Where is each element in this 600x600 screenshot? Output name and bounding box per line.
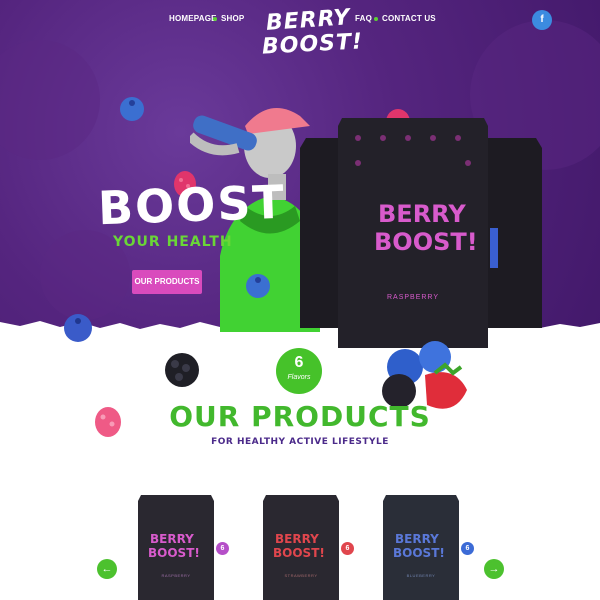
product-flavor: BLUEBERRY — [406, 573, 436, 578]
product-brand-line-1: BERRY — [275, 532, 319, 546]
blueberry-icon — [120, 97, 144, 121]
hero-title: BOOST — [97, 174, 287, 236]
product-flavor-badge: 6 — [461, 542, 474, 555]
nav-faq[interactable]: FAQ — [355, 14, 372, 23]
product-flavor: RASPBERRY — [161, 573, 191, 578]
our-products-button[interactable]: OUR PRODUCTS — [132, 270, 202, 294]
product-brand-line-1: BERRY — [395, 532, 439, 546]
carousel-prev-button[interactable]: ← — [97, 559, 117, 579]
arrow-left-icon: ← — [101, 563, 113, 575]
flavors-badge: 6 Flavors — [276, 348, 322, 394]
product-brand-line-2: BOOST! — [273, 546, 325, 560]
hero-subtitle: YOUR HEALTH — [113, 234, 233, 250]
product-flavor: STRAWBERRY — [284, 573, 318, 578]
products-section-title: OUR PRODUCTS — [169, 400, 431, 433]
facebook-icon[interactable]: f — [532, 10, 552, 30]
nav-shop[interactable]: SHOP — [221, 14, 244, 23]
logo-line-2: BOOST! — [261, 29, 364, 60]
arrow-right-icon: → — [488, 563, 500, 575]
product-card-strawberry[interactable]: BERRY BOOST! STRAWBERRY 6 — [263, 490, 354, 600]
nav-homepage[interactable]: HOMEPAGE — [169, 14, 217, 23]
product-card-raspberry[interactable]: BERRY BOOST! RASPBERRY 6 — [138, 490, 229, 600]
product-flavor-badge: 6 — [216, 542, 229, 555]
product-brand-line-1: BERRY — [150, 532, 194, 546]
nav-separator-dot — [213, 17, 217, 21]
product-pouch-back-right — [480, 138, 542, 328]
pouch-brand-line-2: BOOST! — [374, 228, 478, 256]
hero-product-pouch: BERRY BOOST! RASPBERRY — [338, 118, 488, 348]
flavors-count: 6 — [294, 354, 304, 371]
pouch-brand-line-1: BERRY — [378, 200, 466, 228]
blackberry-icon — [165, 353, 199, 387]
brand-logo[interactable]: BERRY BOOST! — [260, 5, 363, 72]
nav-separator-dot — [374, 17, 378, 21]
product-brand-line-2: BOOST! — [393, 546, 445, 560]
nav-contact-us[interactable]: CONTACT US — [382, 14, 436, 23]
product-flavor-badge: 6 — [341, 542, 354, 555]
blueberry-icon — [246, 274, 270, 298]
products-section-subtitle: FOR HEALTHY ACTIVE LIFESTYLE — [211, 437, 389, 447]
pouch-flavor-label: RASPBERRY — [386, 294, 440, 301]
product-card-blueberry[interactable]: BERRY BOOST! BLUEBERRY 6 — [383, 490, 474, 600]
blueberry-icon — [64, 314, 92, 342]
carousel-next-button[interactable]: → — [484, 559, 504, 579]
flavors-label: Flavors — [287, 374, 311, 381]
background-berry-shape — [0, 40, 100, 160]
product-brand-line-2: BOOST! — [148, 546, 200, 560]
